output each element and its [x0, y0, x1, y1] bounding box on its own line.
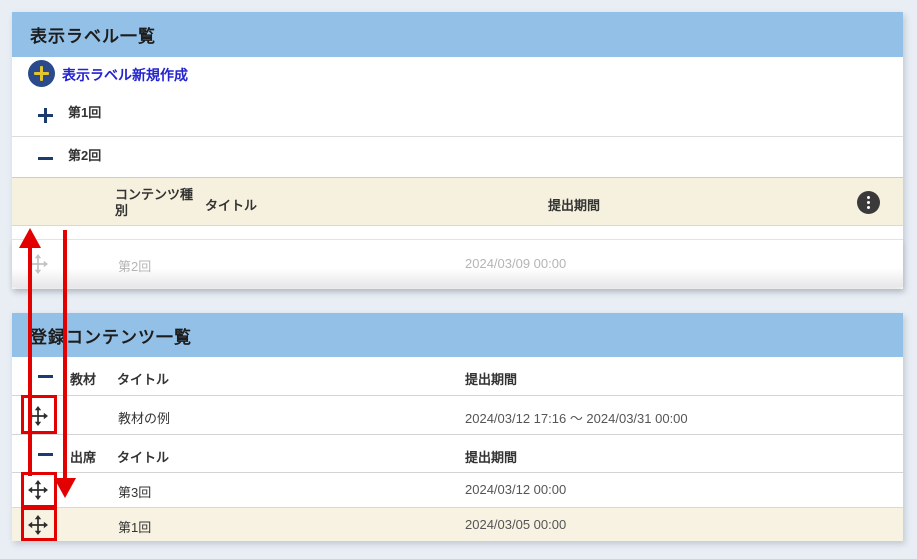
column-header-title: タイトル [205, 195, 257, 214]
ghost-row-period: 2024/03/09 00:00 [465, 256, 566, 271]
registered-content-list-panel: 登録コンテンツ一覧 教材 タイトル 提出期間 教材の例 2024/03/12 1… [12, 313, 903, 541]
display-label-list-panel: 表示ラベル一覧 表示ラベル新規作成 第1回 第2回 コンテンツ種別 タイトル 提… [12, 12, 903, 289]
label-group-row-2: 第2回 [12, 138, 903, 177]
label-group-name: 第2回 [68, 145, 101, 164]
page-title: 登録コンテンツ一覧 [30, 323, 192, 348]
drag-ghost-row: 第2回 2024/03/09 00:00 [12, 239, 903, 287]
section-type-label: 出席 [70, 447, 96, 466]
annotation-arrow-up-head [19, 228, 41, 248]
create-label-row: 表示ラベル新規作成 [12, 57, 903, 95]
row-period: 2024/03/12 00:00 [465, 482, 566, 497]
collapse-icon[interactable] [38, 369, 53, 384]
column-header-period: 提出期間 [548, 195, 600, 214]
create-display-label-link[interactable]: 表示ラベル新規作成 [62, 65, 188, 85]
content-table-header: コンテンツ種別 タイトル 提出期間 [12, 177, 903, 226]
row-title: 第3回 [118, 482, 151, 501]
display-label-list-header: 表示ラベル一覧 [12, 12, 903, 57]
table-row: 第3回 2024/03/12 00:00 [12, 473, 903, 507]
column-header-period: 提出期間 [465, 369, 517, 388]
expand-icon[interactable] [38, 108, 53, 123]
table-row: 第1回 2024/03/05 00:00 [12, 507, 903, 541]
row-period: 2024/03/12 17:16 ～ 2024/03/31 00:00 [465, 408, 688, 427]
annotation-highlight-box [21, 472, 57, 508]
column-header-content-type: コンテンツ種別 [115, 187, 197, 220]
annotation-highlight-box [21, 395, 57, 434]
row-period: 2024/03/05 00:00 [465, 517, 566, 532]
annotation-highlight-box [21, 507, 57, 541]
add-circle-icon[interactable] [28, 60, 55, 87]
column-header-title: タイトル [117, 447, 169, 466]
row-title: 教材の例 [118, 408, 170, 427]
annotation-arrow-down-line [63, 230, 67, 480]
collapse-icon[interactable] [38, 151, 53, 166]
section-header-material: 教材 タイトル 提出期間 [12, 357, 903, 396]
table-row: 教材の例 2024/03/12 17:16 ～ 2024/03/31 00:00 [12, 396, 903, 435]
kebab-menu-icon[interactable] [857, 191, 880, 214]
section-header-attendance: 出席 タイトル 提出期間 [12, 435, 903, 473]
section-type-label: 教材 [70, 369, 96, 388]
collapse-icon[interactable] [38, 447, 53, 462]
ghost-row-title: 第2回 [118, 256, 151, 275]
column-header-period: 提出期間 [465, 447, 517, 466]
label-group-name: 第1回 [68, 102, 101, 121]
page-title: 表示ラベル一覧 [30, 22, 156, 47]
registered-content-list-header: 登録コンテンツ一覧 [12, 313, 903, 357]
label-group-row-1: 第1回 [12, 95, 903, 137]
annotation-arrow-up-line [28, 246, 32, 476]
column-header-title: タイトル [117, 369, 169, 388]
annotation-arrow-down-head [54, 478, 76, 498]
row-title: 第1回 [118, 517, 151, 536]
